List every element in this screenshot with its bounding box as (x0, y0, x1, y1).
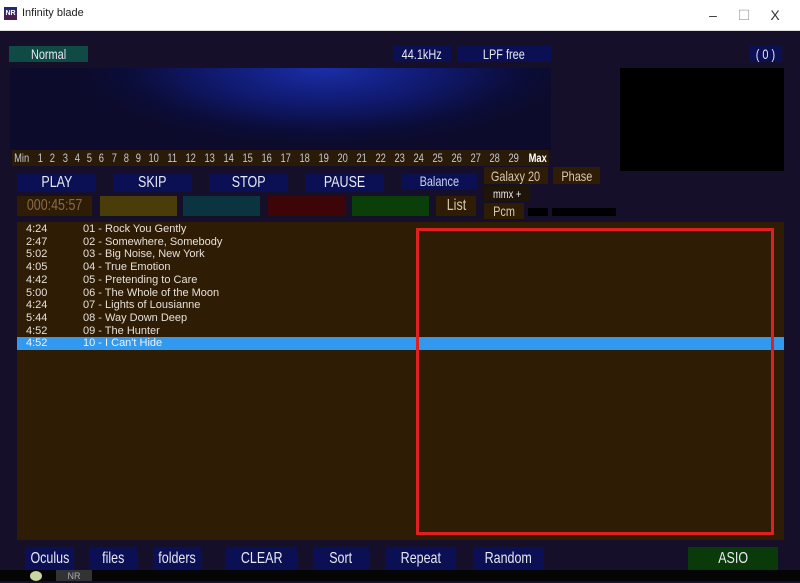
mmx-button[interactable]: mmx + (484, 186, 530, 201)
filter-button[interactable]: LPF free (457, 46, 551, 62)
color-swatch-red[interactable] (268, 196, 345, 216)
stop-button[interactable]: STOP (209, 174, 288, 192)
scale-label: 5 (86, 151, 93, 165)
play-button[interactable]: PLAY (17, 174, 96, 192)
track-title: 07 - Lights of Lousianne (83, 299, 201, 312)
window-title: Infinity blade (22, 7, 84, 19)
files-button[interactable]: files (89, 547, 137, 570)
track-duration: 4:52 (26, 324, 48, 337)
track-title: 08 - Way Down Deep (83, 311, 188, 324)
track-title: 04 - True Emotion (83, 261, 171, 274)
sort-button[interactable]: Sort (313, 547, 369, 570)
spectrum-visualizer (10, 68, 551, 150)
scale-label: 2 (49, 151, 56, 165)
color-swatch-teal[interactable] (183, 196, 260, 216)
scale-label: Max (528, 151, 547, 165)
scale-label: 29 (508, 151, 519, 165)
scale-label: 23 (394, 151, 405, 165)
track-duration: 4:42 (26, 273, 48, 286)
skip-button[interactable]: SKIP (113, 174, 192, 192)
scale-label: 17 (280, 151, 292, 165)
track-duration: 5:00 (26, 286, 48, 299)
minimize-button[interactable]: – (698, 4, 728, 26)
scale-label: 13 (204, 151, 216, 165)
track-duration: 4:52 (26, 337, 48, 350)
scale-label: 8 (123, 151, 129, 165)
track-title: 09 - The Hunter (83, 324, 160, 337)
track-duration: 4:05 (26, 261, 48, 274)
balance-button[interactable]: Balance (401, 173, 477, 189)
track-title: 01 - Rock You Gently (83, 223, 187, 235)
scale-label: 15 (242, 151, 254, 165)
track-title: 02 - Somewhere, Somebody (83, 235, 223, 248)
scale-label: 14 (223, 151, 235, 165)
track-title: 03 - Big Noise, New York (83, 248, 205, 261)
track-duration: 5:02 (26, 248, 48, 261)
scale-label: 19 (318, 151, 330, 165)
pcm-button[interactable]: Pcm (484, 203, 524, 219)
taskbar-app-icon[interactable] (30, 571, 42, 581)
random-button[interactable]: Random (473, 547, 544, 570)
level-meter-right (552, 208, 616, 216)
list-button[interactable]: List (436, 196, 476, 216)
app-icon: NR (4, 7, 17, 20)
close-button[interactable]: X (760, 4, 790, 26)
scale-label: 12 (185, 151, 197, 165)
scale-label: 4 (74, 151, 80, 165)
galaxy-button[interactable]: Galaxy 20 (484, 167, 548, 184)
scale-label: 1 (37, 151, 43, 165)
scale-label: 7 (111, 151, 117, 165)
track-duration: 4:24 (26, 299, 48, 312)
scale-label: 18 (299, 151, 311, 165)
track-title: 05 - Pretending to Care (83, 273, 198, 286)
scale-label: 24 (413, 151, 424, 165)
scale-label: 6 (99, 151, 105, 165)
phase-button[interactable]: Phase (553, 167, 600, 184)
scale-label: 21 (356, 151, 367, 165)
scale-label: 28 (489, 151, 500, 165)
oculus-button[interactable]: Oculus (25, 547, 74, 570)
scale-label: Min (14, 151, 30, 165)
scale-label: 3 (62, 151, 68, 165)
track-duration: 2:47 (26, 235, 48, 248)
volume-scale[interactable]: Min 1 2 3 4 5 6 7 8 9 10 11 12 13 14 15 16 17 18 19 20 21 22 23… (12, 150, 549, 166)
maximize-button[interactable]: ☐ (729, 4, 759, 26)
scale-label: 26 (451, 151, 462, 165)
asio-button[interactable]: ASIO (688, 547, 778, 570)
scale-label: 27 (470, 151, 481, 165)
scale-label: 11 (167, 151, 178, 165)
folders-button[interactable]: folders (153, 547, 201, 570)
scale-label: 16 (261, 151, 273, 165)
scale-label: 10 (148, 151, 160, 165)
pause-button[interactable]: PAUSE (305, 174, 384, 192)
scale-label: 20 (337, 151, 348, 165)
track-duration: 5:44 (26, 311, 48, 324)
title-bar: NR Infinity blade – ☐ X (0, 0, 800, 31)
taskbar: NR (0, 570, 800, 581)
highlight-rectangle (416, 228, 774, 535)
taskbar-nr-button[interactable]: NR (56, 570, 92, 581)
scale-label: 25 (432, 151, 443, 165)
elapsed-time: 000:45:57 (17, 196, 92, 216)
track-title: 06 - The Whole of the Moon (83, 286, 220, 299)
color-swatch-yellow[interactable] (100, 196, 177, 216)
color-swatch-green[interactable] (352, 196, 429, 216)
sample-rate-display: 44.1kHz (393, 46, 451, 62)
track-title: 10 - I Can't Hide (83, 337, 163, 350)
track-duration: 4:24 (26, 223, 48, 235)
video-display (620, 68, 784, 171)
level-meter-left (528, 208, 548, 216)
scale-label: 9 (135, 151, 142, 165)
repeat-button[interactable]: Repeat (386, 547, 456, 570)
mode-button[interactable]: Normal (9, 46, 88, 62)
scale-label: 22 (375, 151, 386, 165)
clear-button[interactable]: CLEAR (226, 547, 297, 570)
counter-display: ( 0 ) (749, 46, 782, 62)
